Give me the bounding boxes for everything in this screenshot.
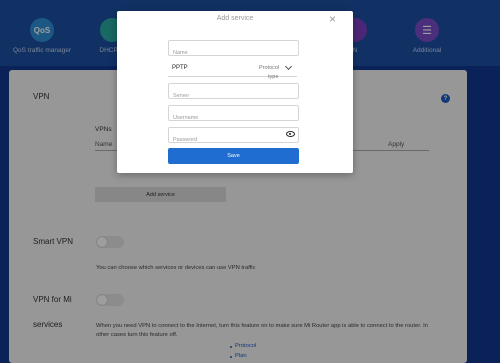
password-field[interactable] (168, 127, 299, 147)
server-field[interactable] (168, 83, 299, 103)
add-service-dialog: Add service × PPTP Protocol type Save (117, 11, 353, 173)
username-field[interactable] (168, 105, 299, 125)
protocol-label: Protocol (259, 65, 280, 71)
username-input[interactable] (169, 111, 298, 125)
save-button[interactable]: Save (168, 148, 299, 164)
server-input[interactable] (169, 89, 298, 103)
dialog-title: Add service (216, 15, 254, 22)
name-field[interactable] (168, 40, 299, 60)
password-input[interactable] (169, 133, 298, 147)
name-input[interactable] (169, 46, 298, 60)
protocol-label-line2: type (268, 74, 279, 80)
protocol-select[interactable]: PPTP Protocol type (168, 62, 297, 80)
protocol-value: PPTP (172, 65, 188, 71)
chevron-down-icon[interactable] (284, 62, 293, 71)
close-icon[interactable]: × (329, 11, 336, 27)
show-password-eye-icon[interactable] (286, 131, 295, 137)
